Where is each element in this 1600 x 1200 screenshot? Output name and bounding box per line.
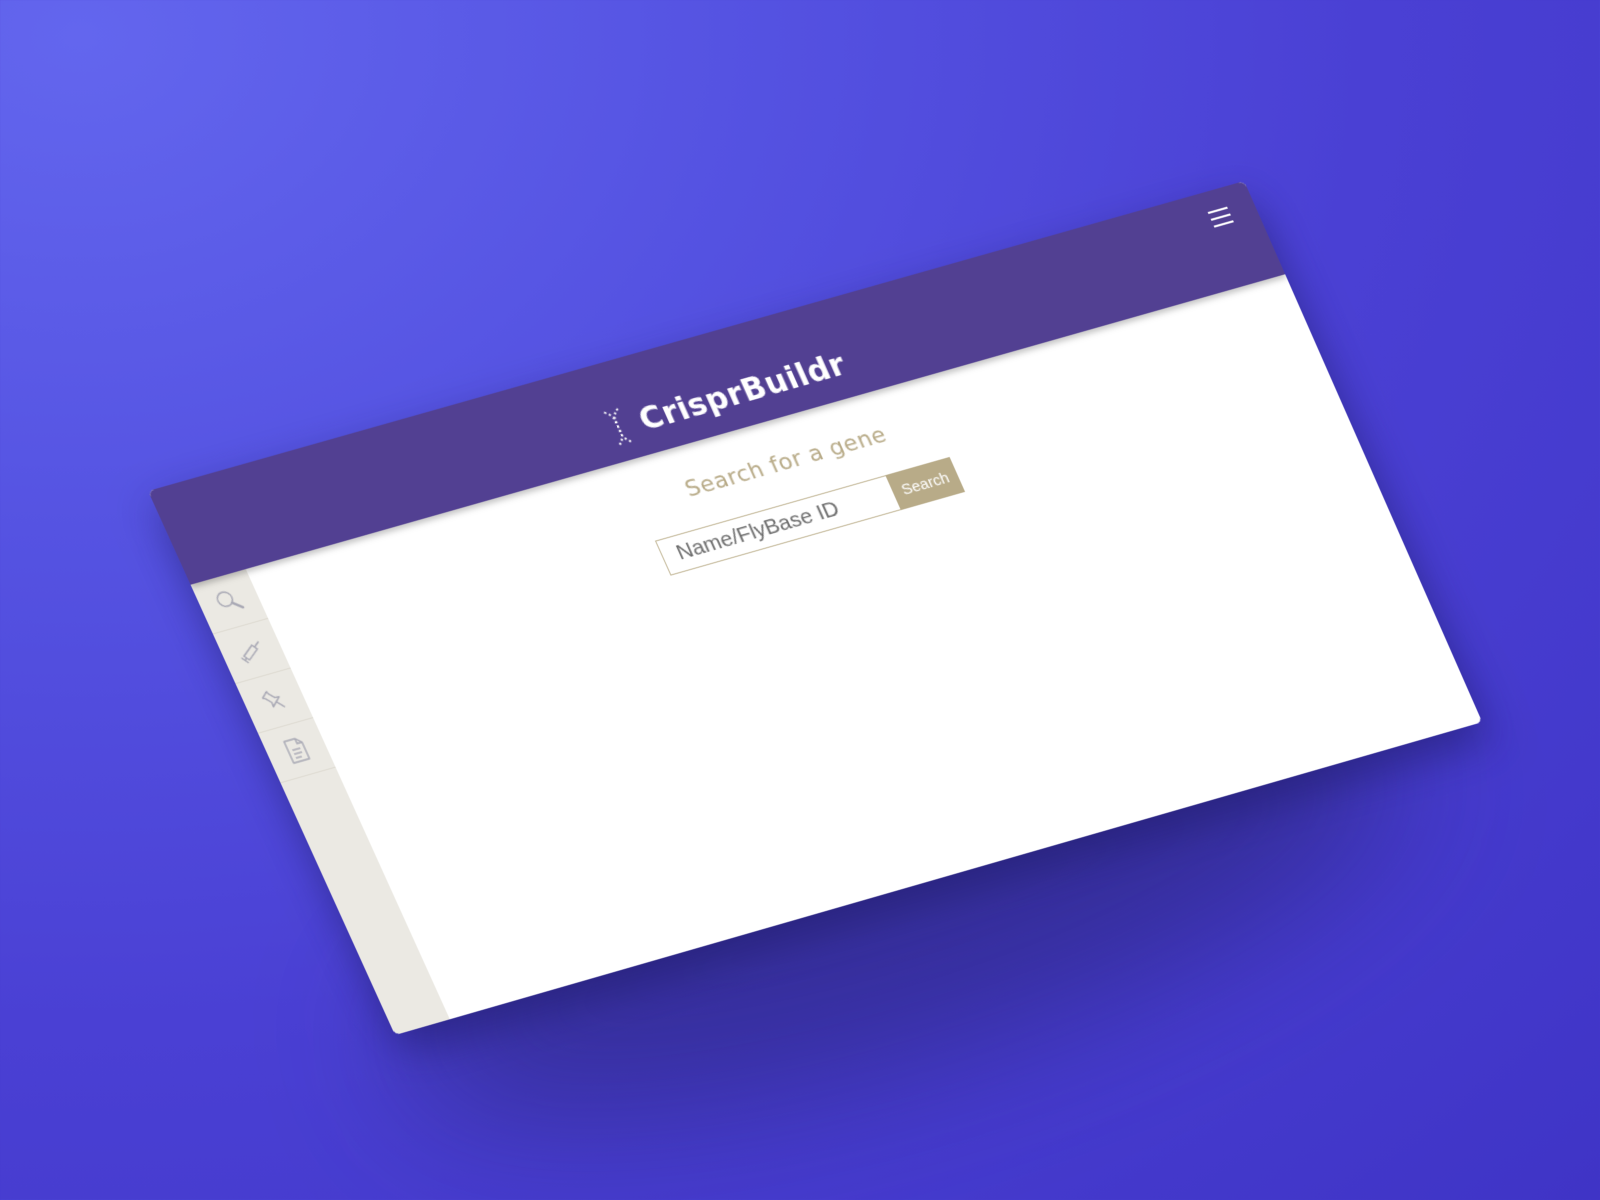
app-window: CrisprBuildr Search for a gene Name/FlyB… — [148, 181, 1483, 1036]
hamburger-menu-icon[interactable] — [1204, 203, 1239, 232]
syringe-icon — [232, 634, 271, 667]
dna-helix-icon — [599, 406, 637, 449]
search-icon — [216, 592, 248, 618]
document-icon — [279, 734, 314, 766]
search-button[interactable]: Search — [885, 456, 965, 511]
pin-icon — [256, 684, 293, 717]
